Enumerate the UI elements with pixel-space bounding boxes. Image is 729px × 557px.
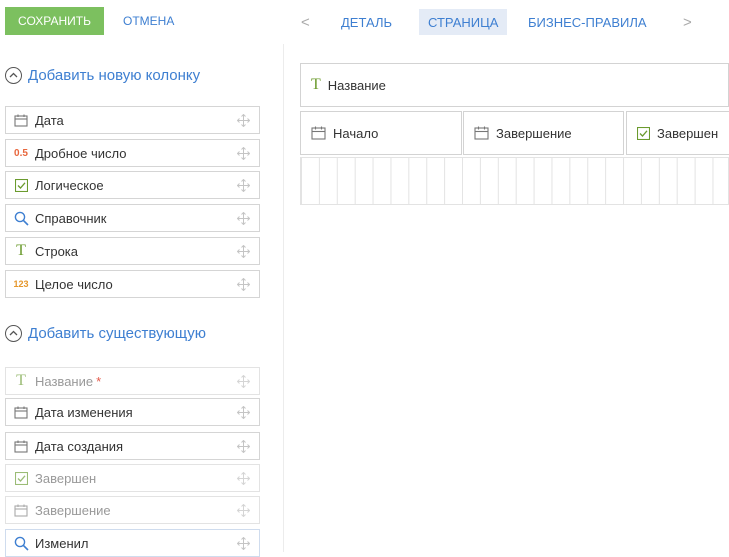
add-new-column-title: Добавить новую колонку — [28, 66, 201, 84]
new-column-date-label: Дата — [35, 112, 64, 128]
new-column-decimal[interactable]: 0.5 Дробное число — [5, 139, 260, 167]
new-column-boolean-label: Логическое — [35, 177, 104, 193]
canvas-field-name[interactable]: T Название — [300, 63, 729, 107]
existing-column-name[interactable]: T Название * — [5, 367, 260, 395]
drag-handle-icon[interactable] — [237, 212, 250, 225]
cancel-button[interactable]: ОТМЕНА — [112, 7, 185, 35]
checkbox-icon — [13, 471, 29, 485]
integer-icon: 123 — [13, 279, 29, 289]
required-mark: * — [96, 373, 102, 389]
tab-detail[interactable]: ДЕТАЛЬ — [332, 9, 401, 35]
existing-column-modified-on-label: Дата изменения — [35, 404, 133, 420]
new-column-date[interactable]: Дата — [5, 106, 260, 134]
canvas-field-completed[interactable]: Завершен — [626, 111, 729, 155]
existing-column-completed-label: Завершен — [35, 470, 97, 486]
existing-column-modified-by[interactable]: Изменил — [5, 529, 260, 557]
tabs-prev-arrow[interactable]: < — [301, 9, 310, 35]
existing-column-completed[interactable]: Завершен — [5, 464, 260, 492]
drag-handle-icon[interactable] — [237, 504, 250, 517]
drag-handle-icon[interactable] — [237, 114, 250, 127]
existing-column-end-label: Завершение — [35, 502, 111, 518]
drag-handle-icon[interactable] — [237, 440, 250, 453]
new-column-integer[interactable]: 123 Целое число — [5, 270, 260, 298]
tabs-next-arrow[interactable]: > — [683, 9, 692, 35]
calendar-icon — [311, 126, 326, 140]
canvas-field-completed-label: Завершен — [657, 125, 719, 141]
layout-empty-grid[interactable] — [300, 157, 729, 205]
new-column-integer-label: Целое число — [35, 276, 113, 292]
drag-handle-icon[interactable] — [237, 147, 250, 160]
add-existing-column-title: Добавить существующую — [28, 324, 206, 342]
calendar-icon — [13, 406, 29, 419]
existing-column-end[interactable]: Завершение — [5, 496, 260, 524]
existing-column-modified-by-label: Изменил — [35, 535, 89, 551]
calendar-icon — [13, 114, 29, 127]
existing-column-created-on[interactable]: Дата создания — [5, 432, 260, 460]
drag-handle-icon[interactable] — [237, 245, 250, 258]
new-column-lookup-label: Справочник — [35, 210, 107, 226]
new-column-lookup[interactable]: Справочник — [5, 204, 260, 232]
new-column-string-label: Строка — [35, 243, 79, 259]
canvas-field-name-label: Название — [327, 77, 386, 93]
canvas-field-start[interactable]: Начало — [300, 111, 462, 155]
canvas-field-start-label: Начало — [333, 125, 379, 141]
drag-handle-icon[interactable] — [237, 278, 250, 291]
chevron-up-icon — [5, 66, 22, 84]
add-existing-column-header[interactable]: Добавить существующую — [5, 320, 206, 346]
drag-handle-icon[interactable] — [237, 179, 250, 192]
chevron-up-icon — [5, 324, 22, 342]
new-column-string[interactable]: T Строка — [5, 237, 260, 265]
search-icon — [13, 536, 29, 551]
existing-column-modified-on[interactable]: Дата изменения — [5, 398, 260, 426]
checkbox-icon — [637, 126, 650, 140]
drag-handle-icon[interactable] — [237, 406, 250, 419]
new-column-boolean[interactable]: Логическое — [5, 171, 260, 199]
decimal-icon: 0.5 — [14, 147, 28, 159]
checkbox-icon — [13, 178, 29, 192]
save-button[interactable]: СОХРАНИТЬ — [5, 7, 104, 35]
existing-column-created-on-label: Дата создания — [35, 438, 124, 454]
new-column-decimal-label: Дробное число — [35, 145, 127, 161]
canvas-field-end[interactable]: Завершение — [463, 111, 624, 155]
text-icon: T — [311, 76, 321, 93]
drag-handle-icon[interactable] — [237, 537, 250, 550]
calendar-icon — [13, 504, 29, 517]
calendar-icon — [13, 440, 29, 453]
search-icon — [13, 211, 29, 226]
existing-column-name-label: Название — [35, 373, 94, 389]
text-icon: T — [16, 372, 26, 389]
drag-handle-icon[interactable] — [237, 375, 250, 388]
calendar-icon — [474, 126, 489, 140]
panel-divider — [283, 44, 284, 552]
text-icon: T — [16, 242, 26, 259]
drag-handle-icon[interactable] — [237, 472, 250, 485]
add-new-column-header[interactable]: Добавить новую колонку — [5, 62, 200, 88]
tab-page[interactable]: СТРАНИЦА — [419, 9, 508, 35]
tab-business-rules[interactable]: БИЗНЕС-ПРАВИЛА — [519, 9, 656, 35]
canvas-field-end-label: Завершение — [496, 125, 572, 141]
